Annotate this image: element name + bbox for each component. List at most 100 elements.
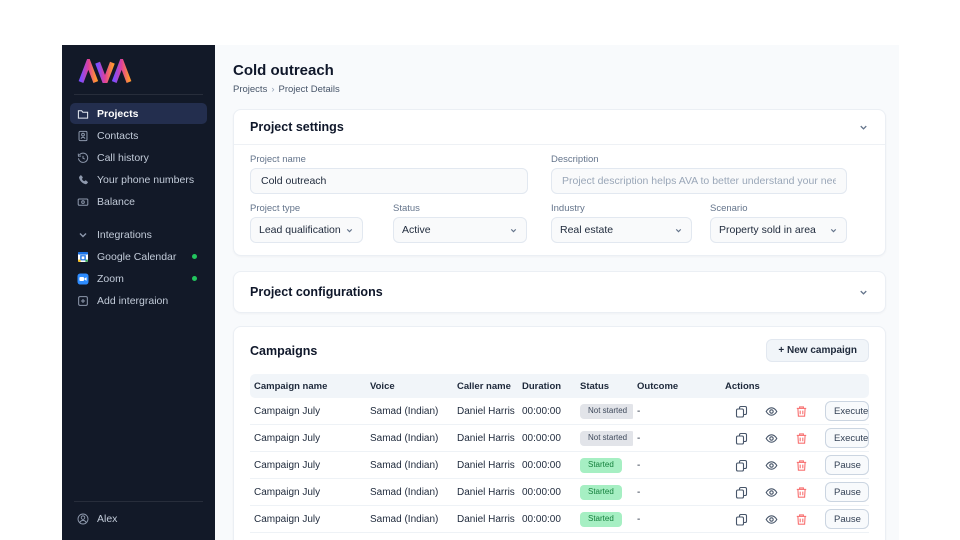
user-name: Alex bbox=[97, 512, 118, 525]
industry-field-group: Industry Real estate bbox=[551, 203, 692, 243]
eye-icon[interactable] bbox=[765, 486, 778, 499]
eye-icon[interactable] bbox=[765, 459, 778, 472]
campaigns-card: Campaigns + New campaign Campaign name V… bbox=[233, 326, 886, 540]
project-type-label: Project type bbox=[250, 203, 301, 214]
sidebar-footer-divider bbox=[74, 501, 203, 502]
project-configurations-card: Project configurations bbox=[233, 271, 886, 313]
copy-icon[interactable] bbox=[735, 459, 748, 472]
copy-icon[interactable] bbox=[735, 405, 748, 418]
brand-logo bbox=[77, 55, 215, 90]
breadcrumb-project-details: Project Details bbox=[278, 84, 340, 95]
sidebar-item-your-phone-numbers[interactable]: Your phone numbers bbox=[70, 169, 207, 190]
column-header-actions: Actions bbox=[725, 380, 760, 392]
sidebar-item-label: Contacts bbox=[97, 129, 139, 142]
description-field-group: Description bbox=[551, 154, 847, 194]
table-row bbox=[250, 533, 869, 540]
cell-duration: 00:00:00 bbox=[522, 405, 561, 417]
wallet-icon bbox=[77, 196, 89, 208]
breadcrumb-projects[interactable]: Projects bbox=[233, 84, 267, 95]
sidebar-item-label: Your phone numbers bbox=[97, 173, 195, 186]
cell-outcome: - bbox=[637, 432, 641, 444]
cell-outcome: - bbox=[637, 459, 641, 471]
sidebar-item-label: Projects bbox=[97, 107, 139, 120]
new-campaign-button[interactable]: + New campaign bbox=[766, 339, 869, 362]
cell-campaign-name: Campaign July bbox=[254, 432, 321, 444]
cell-caller-name: Daniel Harris bbox=[457, 513, 515, 525]
sidebar-item-projects[interactable]: Projects bbox=[70, 103, 207, 124]
chevron-down-icon bbox=[509, 226, 518, 235]
chevron-down-icon[interactable] bbox=[858, 122, 869, 133]
chevron-down-icon bbox=[345, 226, 354, 235]
project-settings-header[interactable]: Project settings bbox=[234, 110, 885, 145]
execute-button[interactable]: Execute bbox=[825, 401, 869, 421]
trash-icon[interactable] bbox=[795, 513, 808, 526]
cell-voice: Samad (Indian) bbox=[370, 405, 439, 417]
eye-icon[interactable] bbox=[765, 513, 778, 526]
column-header-outcome: Outcome bbox=[637, 380, 679, 392]
contacts-icon bbox=[77, 130, 89, 142]
project-type-value: Lead qualification bbox=[259, 224, 341, 236]
pause-button[interactable]: Pause bbox=[825, 455, 869, 475]
sidebar-item-zoom[interactable]: Zoom bbox=[70, 268, 207, 289]
pause-button[interactable]: Pause bbox=[825, 509, 869, 529]
campaigns-header: Campaigns + New campaign bbox=[234, 327, 885, 374]
cell-voice: Samad (Indian) bbox=[370, 486, 439, 498]
table-row: Campaign July Samad (Indian) Daniel Harr… bbox=[250, 506, 869, 533]
chevron-down-icon[interactable] bbox=[858, 287, 869, 298]
sidebar-nav: Projects Contacts Call history Your phon… bbox=[62, 103, 215, 213]
sidebar-item-label: Call history bbox=[97, 151, 149, 164]
user-circle-icon bbox=[77, 513, 89, 525]
status-value: Active bbox=[402, 224, 431, 236]
trash-icon[interactable] bbox=[795, 405, 808, 418]
trash-icon[interactable] bbox=[795, 432, 808, 445]
execute-button[interactable]: Execute bbox=[825, 428, 869, 448]
table-row: Campaign July Samad (Indian) Daniel Harr… bbox=[250, 452, 869, 479]
cell-caller-name: Daniel Harris bbox=[457, 459, 515, 471]
table-header-row: Campaign name Voice Caller name Duration… bbox=[250, 374, 869, 398]
status-badge: Started bbox=[580, 511, 622, 527]
sidebar-item-call-history[interactable]: Call history bbox=[70, 147, 207, 168]
status-select[interactable]: Active bbox=[393, 217, 527, 243]
cell-actions: Execute bbox=[721, 428, 869, 448]
cell-duration: 00:00:00 bbox=[522, 432, 561, 444]
industry-value: Real estate bbox=[560, 224, 614, 236]
eye-icon[interactable] bbox=[765, 405, 778, 418]
sidebar-item-balance[interactable]: Balance bbox=[70, 191, 207, 212]
sidebar-item-google-calendar[interactable]: Google Calendar bbox=[70, 246, 207, 267]
pause-button[interactable]: Pause bbox=[825, 482, 869, 502]
sidebar-item-contacts[interactable]: Contacts bbox=[70, 125, 207, 146]
copy-icon[interactable] bbox=[735, 432, 748, 445]
cell-status: Not started bbox=[576, 430, 633, 446]
folder-icon bbox=[77, 108, 89, 120]
zoom-icon bbox=[77, 273, 89, 285]
breadcrumb-separator: › bbox=[271, 84, 275, 95]
project-name-input[interactable] bbox=[250, 168, 528, 194]
add-integration-icon bbox=[77, 295, 89, 307]
industry-label: Industry bbox=[551, 203, 585, 214]
cell-status: Not started bbox=[576, 403, 633, 419]
project-type-select[interactable]: Lead qualification bbox=[250, 217, 363, 243]
description-input[interactable] bbox=[551, 168, 847, 194]
table-row: Campaign July Samad (Indian) Daniel Harr… bbox=[250, 479, 869, 506]
user-menu[interactable]: Alex bbox=[62, 510, 215, 540]
cell-status: Started bbox=[576, 484, 633, 500]
ava-logo-icon bbox=[78, 55, 132, 90]
sidebar-item-label: Add intergraion bbox=[97, 294, 169, 307]
copy-icon[interactable] bbox=[735, 486, 748, 499]
industry-select[interactable]: Real estate bbox=[551, 217, 692, 243]
integrations-nav: Google Calendar Zoom Add intergraion bbox=[62, 246, 215, 312]
cell-duration: 00:00:00 bbox=[522, 459, 561, 471]
trash-icon[interactable] bbox=[795, 486, 808, 499]
project-settings-card: Project settings Project name Descriptio… bbox=[233, 109, 886, 256]
copy-icon[interactable] bbox=[735, 513, 748, 526]
trash-icon[interactable] bbox=[795, 459, 808, 472]
eye-icon[interactable] bbox=[765, 432, 778, 445]
sidebar-item-add-intergraion[interactable]: Add intergraion bbox=[70, 290, 207, 311]
cell-caller-name: Daniel Harris bbox=[457, 432, 515, 444]
scenario-select[interactable]: Property sold in area bbox=[710, 217, 847, 243]
column-header-status: Status bbox=[580, 380, 610, 392]
cell-duration: 00:00:00 bbox=[522, 486, 561, 498]
integrations-section-toggle[interactable]: Integrations bbox=[70, 224, 207, 245]
column-header-duration: Duration bbox=[522, 380, 562, 392]
project-configurations-header[interactable]: Project configurations bbox=[234, 272, 885, 312]
